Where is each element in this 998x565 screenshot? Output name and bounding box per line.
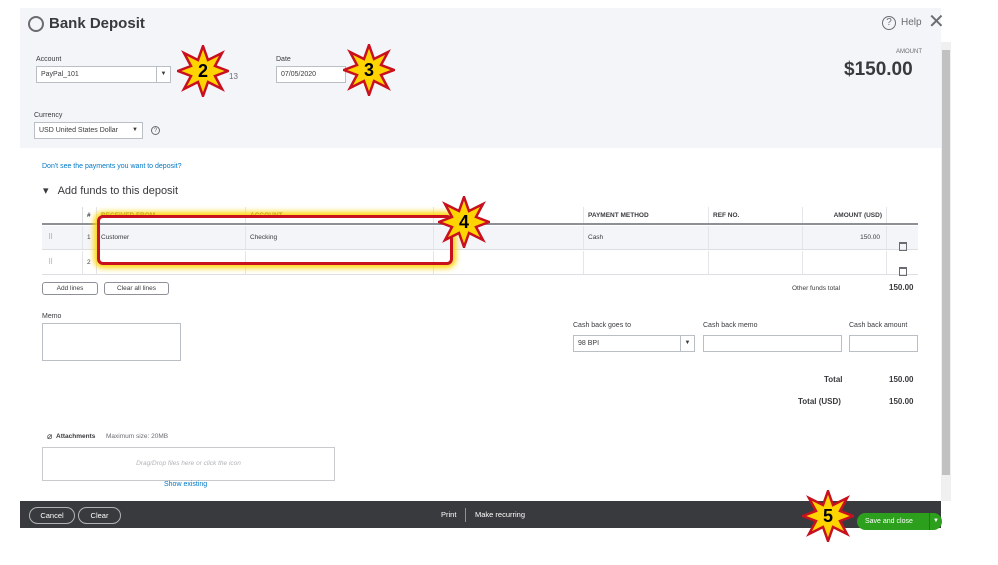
attachments-dropzone[interactable]: Drag/Drop files here or click the icon (42, 447, 335, 481)
row-num: 1 (82, 226, 96, 249)
col-num: # (82, 207, 96, 223)
section-header[interactable]: ▾ Add funds to this deposit (43, 184, 178, 197)
add-lines-button[interactable]: Add lines (42, 282, 98, 295)
attachments-label: Attachments (56, 433, 96, 440)
step-number: 5 (822, 506, 833, 526)
make-recurring-button[interactable]: Make recurring (475, 510, 525, 519)
row-num: 2 (82, 251, 96, 274)
account-label: Account (36, 56, 62, 63)
step-marker-2: 2 (174, 42, 232, 100)
amount-cell[interactable] (802, 251, 886, 274)
bank-deposit-window: Bank Deposit ? Help ✕ Account PayPal_101… (20, 8, 951, 530)
col-amount: AMOUNT (USD) (802, 207, 886, 223)
account-value: PayPal_101 (41, 71, 79, 78)
total-value: 150.00 (889, 375, 914, 384)
amount-label: AMOUNT (896, 49, 922, 55)
chevron-down-icon[interactable]: ▾ (43, 185, 49, 197)
other-funds-value: 150.00 (889, 283, 914, 292)
currency-select[interactable]: USD United States Dollar ▼ (34, 122, 143, 139)
help-circle-icon[interactable]: ? (882, 16, 896, 30)
drag-handle-icon[interactable]: ⠿ (48, 251, 53, 275)
total-usd-label: Total (USD) (798, 397, 841, 406)
drag-handle-icon[interactable]: ⠿ (48, 226, 53, 250)
step-marker-3: 3 (340, 41, 398, 99)
memo-input[interactable] (42, 323, 181, 361)
highlight-box (97, 215, 453, 265)
ref-no-cell[interactable] (708, 226, 802, 249)
col-ref-no: REF NO. (708, 207, 802, 223)
account-select[interactable]: PayPal_101 ▼ (36, 66, 171, 83)
chevron-down-icon[interactable]: ▼ (156, 67, 170, 82)
cashback-amount-input[interactable] (849, 335, 918, 352)
chevron-down-icon[interactable]: ▼ (929, 513, 942, 530)
amount-cell[interactable]: 150.00 (802, 226, 886, 249)
cashback-goes-to-select[interactable]: 98 BPI ▼ (573, 335, 695, 352)
show-existing-link[interactable]: Show existing (164, 481, 207, 488)
print-button[interactable]: Print (441, 510, 456, 519)
amount-value: $150.00 (844, 59, 913, 80)
date-label: Date (276, 56, 291, 63)
currency-label: Currency (34, 112, 63, 119)
trash-icon[interactable] (899, 267, 907, 276)
other-funds-label: Other funds total (792, 285, 841, 292)
cashback-memo-input[interactable] (703, 335, 842, 352)
cashback-amount-label: Cash back amount (849, 322, 908, 329)
step-marker-5: 5 (799, 487, 857, 545)
attachments-max-size: Maximum size: 20MB (106, 433, 169, 440)
payments-link[interactable]: Don't see the payments you want to depos… (42, 163, 181, 170)
currency-value: USD United States Dollar (39, 127, 118, 134)
chevron-down-icon[interactable]: ▼ (128, 123, 142, 138)
total-label: Total (824, 375, 843, 384)
total-usd-value: 150.00 (889, 397, 914, 406)
cancel-button[interactable]: Cancel (29, 507, 75, 524)
step-marker-4: 4 (435, 193, 493, 251)
col-payment-method: PAYMENT METHOD (583, 207, 708, 223)
cashback-goes-to-label: Cash back goes to (573, 322, 631, 329)
memo-label: Memo (42, 313, 62, 320)
paperclip-icon[interactable]: ⌀ (47, 431, 52, 442)
help-link[interactable]: Help (901, 17, 922, 28)
clear-button[interactable]: Clear (78, 507, 121, 524)
description-cell[interactable] (433, 251, 583, 274)
page-title: Bank Deposit (49, 15, 145, 32)
step-number: 4 (458, 212, 469, 232)
scrollbar-thumb[interactable] (942, 50, 950, 475)
date-input[interactable]: 07/05/2020 (276, 66, 346, 83)
clear-all-lines-button[interactable]: Clear all lines (104, 282, 169, 295)
section-title: Add funds to this deposit (57, 185, 179, 197)
col-actions (886, 207, 918, 223)
close-icon[interactable]: ✕ (928, 12, 945, 32)
history-icon[interactable] (28, 16, 44, 32)
step-number: 2 (197, 61, 208, 81)
cashback-memo-label: Cash back memo (703, 322, 758, 329)
step-number: 3 (363, 60, 374, 80)
footer-divider (465, 508, 466, 522)
chevron-down-icon[interactable]: ▼ (680, 336, 694, 351)
account-balance: 13 (229, 72, 238, 81)
info-icon[interactable]: ? (151, 126, 160, 135)
cashback-goes-to-value: 98 BPI (578, 340, 600, 347)
ref-no-cell[interactable] (708, 251, 802, 274)
payment-method-cell[interactable] (583, 251, 708, 274)
payment-method-cell[interactable]: Cash (583, 226, 708, 249)
trash-icon[interactable] (899, 242, 907, 251)
